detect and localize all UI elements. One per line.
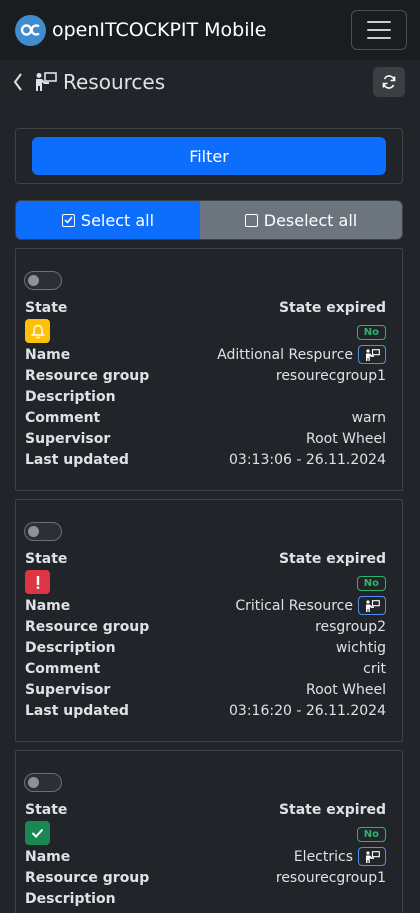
description-label: Description — [25, 388, 116, 405]
state-expired-label: State expired — [278, 299, 386, 316]
hamburger-icon — [367, 21, 391, 23]
description-label: Description — [25, 890, 116, 907]
resource-link-icon[interactable] — [358, 596, 386, 615]
last-updated-value: 03:16:20 - 26.11.2024 — [229, 702, 386, 719]
last-updated-label: Last updated — [25, 702, 129, 719]
top-navbar: openITCOCKPIT Mobile — [0, 0, 420, 60]
state-expired-badge: No — [356, 324, 386, 340]
description-value: wichtig — [335, 639, 386, 656]
resource-group-link[interactable]: resgroup2 — [315, 619, 386, 635]
select-all-label: Select all — [80, 210, 155, 230]
filter-button[interactable]: Filter — [32, 137, 386, 175]
state-label: State — [25, 801, 68, 818]
filter-card: Filter — [15, 128, 403, 184]
refresh-icon — [382, 75, 396, 89]
resource-name: Adittional Respurce — [217, 346, 353, 363]
description-label: Description — [25, 639, 116, 656]
resource-card: State State expired No Name Adittional R… — [15, 248, 403, 491]
check-icon — [25, 821, 50, 845]
hamburger-menu-button[interactable] — [351, 10, 407, 50]
state-expired-badge: No — [356, 826, 386, 842]
resource-group-link[interactable]: resourecgroup1 — [276, 368, 386, 384]
select-all-button[interactable]: Select all — [16, 201, 200, 239]
refresh-button[interactable] — [373, 67, 405, 97]
supervisor-value: Root Wheel — [305, 430, 386, 447]
state-expired-badge: No — [356, 575, 386, 591]
state-expired-label: State expired — [278, 801, 386, 818]
page-title: Resources — [63, 70, 166, 94]
comment-value: warn — [351, 409, 386, 426]
resource-icon — [33, 72, 57, 92]
oitc-logo-icon — [15, 14, 46, 46]
last-updated-label: Last updated — [25, 451, 129, 468]
state-expired-label: State expired — [278, 550, 386, 567]
resource-group-label: Resource group — [25, 618, 150, 635]
supervisor-label: Supervisor — [25, 681, 111, 698]
name-label: Name — [25, 346, 71, 363]
comment-label: Comment — [25, 409, 101, 426]
exclamation-icon — [25, 570, 50, 594]
chevron-left-icon — [13, 73, 22, 91]
select-toggle-switch[interactable] — [24, 773, 62, 792]
comment-value: crit — [363, 660, 386, 677]
resource-link-icon[interactable] — [358, 847, 386, 866]
resource-link-icon[interactable] — [358, 345, 386, 364]
resource-group-label: Resource group — [25, 367, 150, 384]
back-button[interactable] — [13, 72, 27, 92]
state-label: State — [25, 550, 68, 567]
resource-group-link[interactable]: resourecgroup1 — [276, 870, 386, 886]
resource-name: Electrics — [293, 848, 353, 865]
selection-button-group: Select all Deselect all — [15, 200, 403, 240]
page-header: Resources — [0, 60, 420, 104]
select-toggle-switch[interactable] — [24, 522, 62, 541]
bell-icon — [25, 319, 50, 343]
resource-group-label: Resource group — [25, 869, 150, 886]
app-title[interactable]: openITCOCKPIT Mobile — [52, 19, 351, 41]
name-label: Name — [25, 597, 71, 614]
supervisor-value: Root Wheel — [305, 681, 386, 698]
checked-box-icon — [61, 213, 75, 227]
state-label: State — [25, 299, 68, 316]
resource-card: State State expired No Name Critical Res… — [15, 499, 403, 742]
resource-name: Critical Resource — [235, 597, 353, 614]
last-updated-value: 03:13:06 - 26.11.2024 — [229, 451, 386, 468]
deselect-all-button[interactable]: Deselect all — [200, 201, 402, 239]
name-label: Name — [25, 848, 71, 865]
deselect-all-label: Deselect all — [263, 210, 358, 230]
resource-card: State State expired No Name Electrics Re… — [15, 750, 403, 913]
empty-box-icon — [244, 213, 258, 227]
comment-label: Comment — [25, 660, 101, 677]
supervisor-label: Supervisor — [25, 430, 111, 447]
select-toggle-switch[interactable] — [24, 271, 62, 290]
